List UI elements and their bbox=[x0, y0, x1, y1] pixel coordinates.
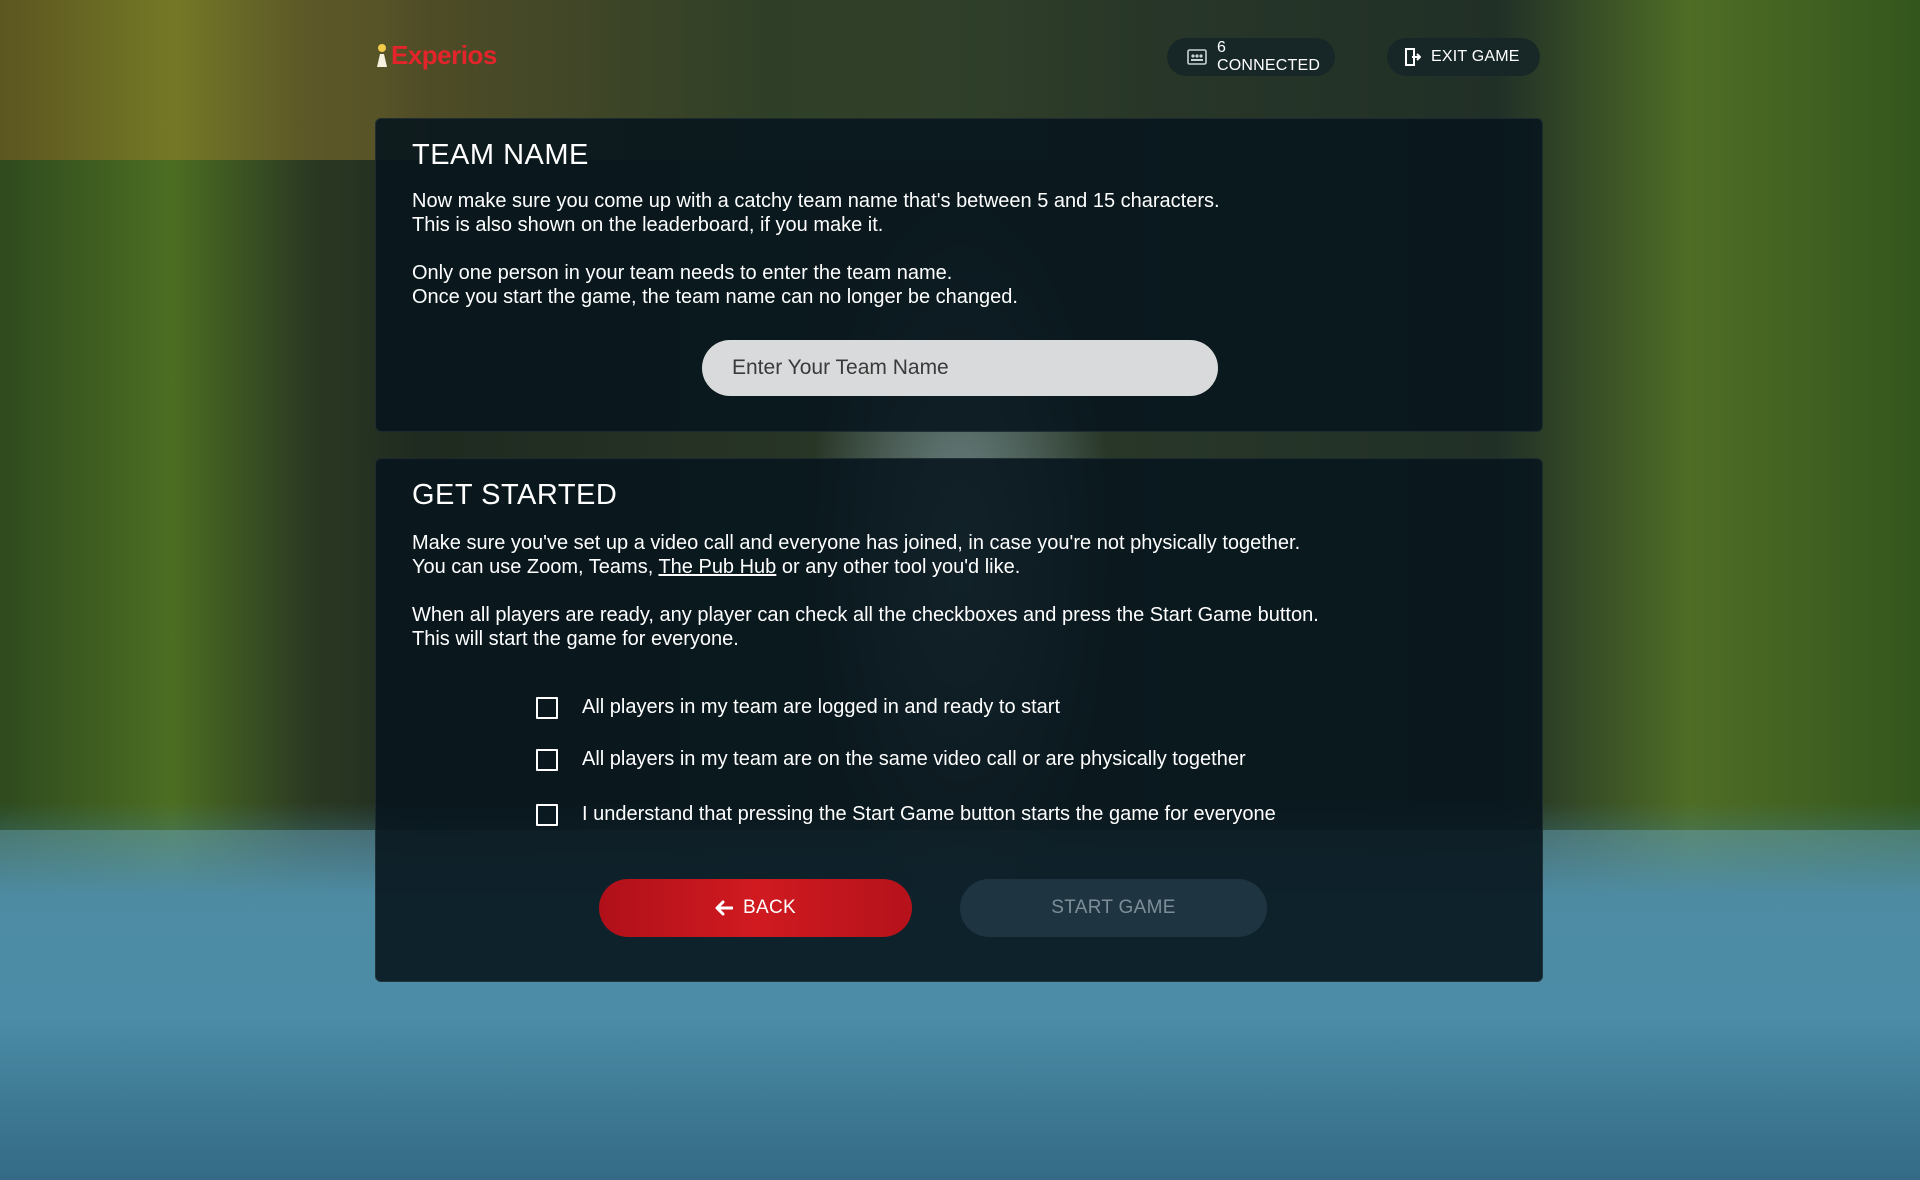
checkbox-label-same-call: All players in my team are on the same v… bbox=[582, 748, 1246, 770]
checkbox-logged-in[interactable] bbox=[536, 696, 558, 719]
team-name-input[interactable] bbox=[702, 340, 1218, 396]
team-name-title: TEAM NAME bbox=[412, 139, 589, 171]
checkbox-row-same-call[interactable]: All players in my team are on the same v… bbox=[536, 748, 1246, 771]
team-name-instruction-4: Once you start the game, the team name c… bbox=[412, 286, 1018, 308]
team-name-instruction-1: Now make sure you come up with a catchy … bbox=[412, 190, 1220, 212]
checkbox-understand[interactable] bbox=[536, 803, 558, 826]
tools-text-suffix: or any other tool you'd like. bbox=[776, 556, 1021, 578]
exit-door-icon bbox=[1405, 48, 1421, 66]
experios-logo: Experios bbox=[375, 40, 497, 71]
checkbox-label-logged-in: All players in my team are logged in and… bbox=[582, 696, 1061, 718]
get-started-instruction-1: Make sure you've set up a video call and… bbox=[412, 532, 1301, 554]
get-started-instruction-2: You can use Zoom, Teams, The Pub Hub or … bbox=[412, 555, 1020, 579]
tools-text-prefix: You can use Zoom, Teams, bbox=[412, 556, 659, 578]
back-button[interactable]: BACK bbox=[599, 879, 912, 937]
checkbox-same-call[interactable] bbox=[536, 748, 558, 771]
checkbox-row-logged-in[interactable]: All players in my team are logged in and… bbox=[536, 696, 1060, 719]
connected-count-label: 6 CONNECTED bbox=[1217, 39, 1321, 74]
get-started-panel: GET STARTED Make sure you've set up a vi… bbox=[375, 458, 1543, 982]
top-bar: Experios 6 CONNECTED EXIT GAME bbox=[375, 36, 1540, 80]
logo-text: Experios bbox=[391, 40, 497, 70]
get-started-instruction-3: When all players are ready, any player c… bbox=[412, 604, 1319, 626]
checkbox-row-understand[interactable]: I understand that pressing the Start Gam… bbox=[536, 803, 1276, 826]
arrow-left-icon bbox=[715, 900, 734, 916]
exit-game-button[interactable]: EXIT GAME bbox=[1387, 38, 1540, 76]
players-icon bbox=[1187, 49, 1207, 65]
exit-game-label: EXIT GAME bbox=[1431, 48, 1520, 65]
get-started-title: GET STARTED bbox=[412, 479, 618, 511]
team-name-panel: TEAM NAME Now make sure you come up with… bbox=[375, 118, 1543, 432]
pub-hub-link[interactable]: The Pub Hub bbox=[658, 556, 776, 578]
team-name-instruction-3: Only one person in your team needs to en… bbox=[412, 262, 953, 284]
back-button-label: BACK bbox=[743, 897, 796, 918]
start-game-button[interactable]: START GAME bbox=[960, 879, 1267, 937]
logo-mark-icon bbox=[377, 43, 387, 67]
get-started-instruction-4: This will start the game for everyone. bbox=[412, 628, 739, 650]
checkbox-label-understand: I understand that pressing the Start Gam… bbox=[582, 803, 1276, 825]
start-game-label: START GAME bbox=[1051, 897, 1176, 918]
team-name-instruction-2: This is also shown on the leaderboard, i… bbox=[412, 214, 884, 236]
connected-players-badge[interactable]: 6 CONNECTED bbox=[1167, 38, 1335, 76]
